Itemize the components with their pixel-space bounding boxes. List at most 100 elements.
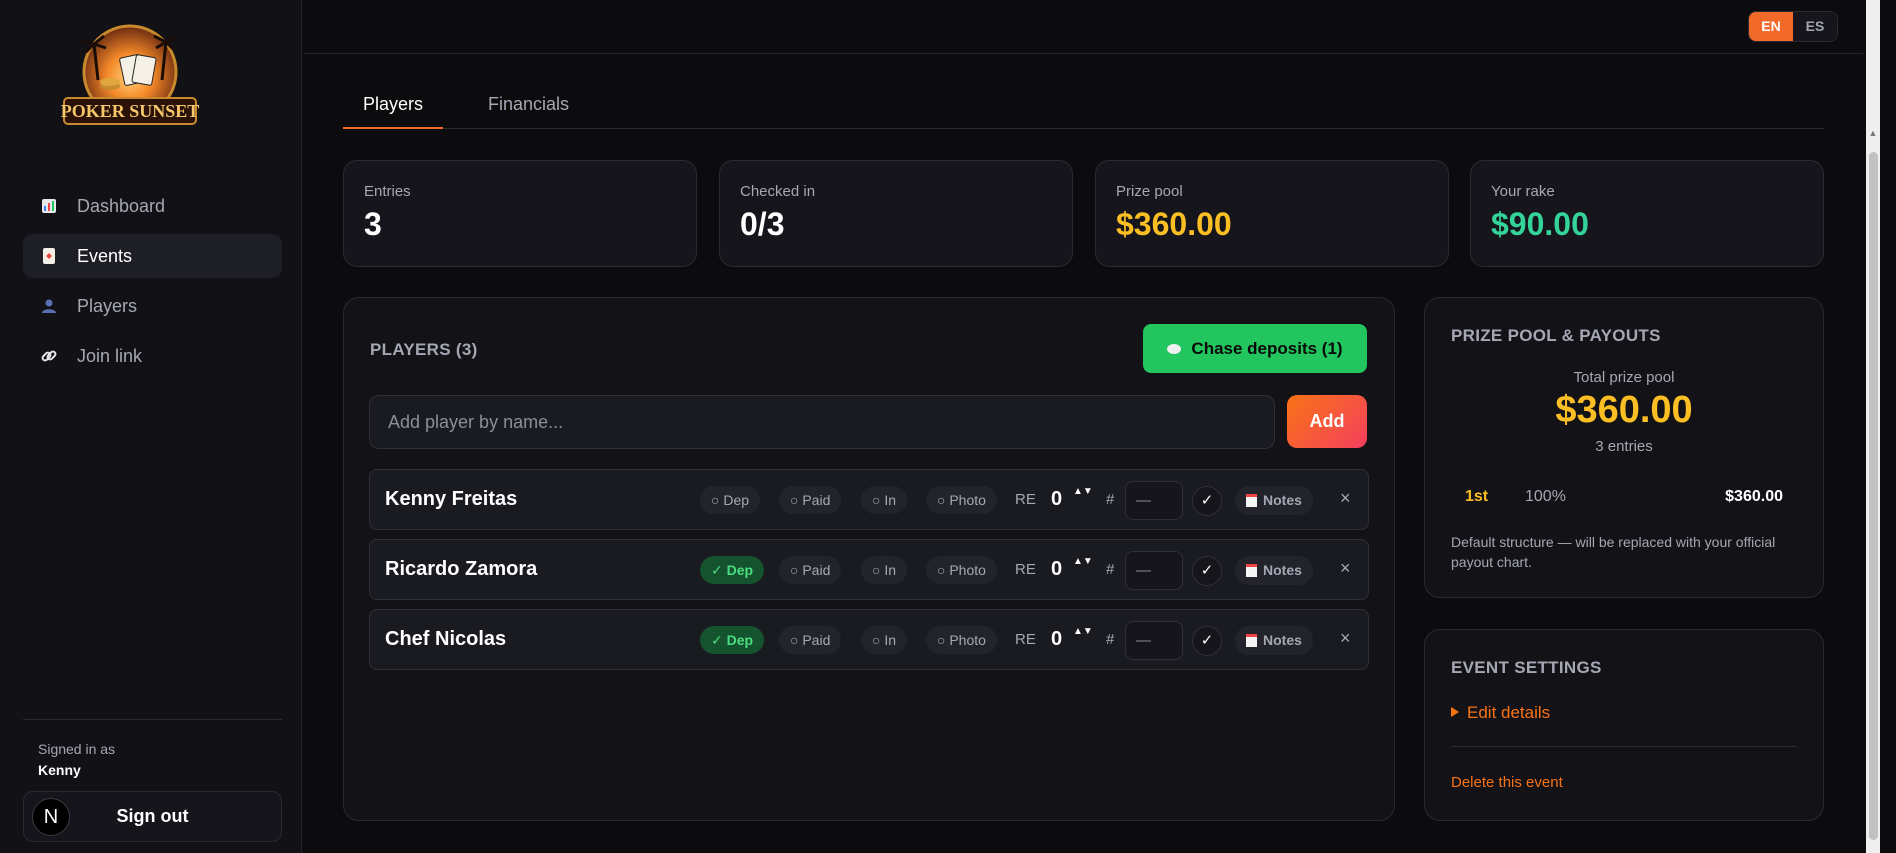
- notes-icon: [1246, 494, 1257, 507]
- deposit-toggle[interactable]: ✓ Dep: [700, 626, 765, 654]
- remove-player-button[interactable]: ×: [1340, 628, 1351, 649]
- user-icon: [40, 297, 58, 315]
- paid-toggle[interactable]: ○ Paid: [779, 626, 842, 654]
- sidebar-item-label: Events: [77, 245, 133, 266]
- top-bar: EN ES: [303, 0, 1863, 54]
- stat-value: 3: [364, 206, 382, 242]
- chase-deposits-button[interactable]: Chase deposits (1): [1143, 324, 1367, 373]
- payout-place: 1st: [1465, 488, 1489, 505]
- re-entries-stepper-icon[interactable]: ▲▼: [1073, 555, 1093, 585]
- event-tabs: Players Financials: [343, 84, 1824, 129]
- paid-toggle[interactable]: ○ Paid: [779, 486, 842, 514]
- re-label: RE: [1015, 631, 1036, 648]
- notes-label: Notes: [1263, 562, 1302, 578]
- re-entries-value: 0: [1051, 628, 1063, 650]
- notes-button[interactable]: Notes: [1235, 626, 1313, 655]
- sidebar-item-events[interactable]: Events: [23, 234, 282, 278]
- avatar: N: [32, 798, 70, 836]
- signed-in-user: Kenny: [38, 762, 81, 778]
- sidebar-item-join-link[interactable]: Join link: [23, 334, 282, 378]
- payout-percent: 100%: [1525, 488, 1566, 505]
- paid-toggle[interactable]: ○ Paid: [779, 556, 842, 584]
- bar-chart-icon: [40, 197, 58, 215]
- poker-sunset-logo[interactable]: POKER SUNSET: [58, 22, 202, 130]
- notes-icon: [1246, 634, 1257, 647]
- prize-pool-entries: 3 entries: [1595, 438, 1653, 455]
- seat-label: #: [1106, 561, 1115, 578]
- photo-toggle[interactable]: ○ Photo: [926, 556, 997, 584]
- add-player-input[interactable]: [369, 395, 1275, 449]
- stat-your-rake: Your rake $90.00: [1470, 160, 1824, 267]
- scrollbar-thumb[interactable]: [1869, 152, 1878, 840]
- checked-in-toggle[interactable]: ○ In: [861, 556, 908, 584]
- checked-in-toggle[interactable]: ○ In: [861, 486, 908, 514]
- confirm-seat-button[interactable]: ✓: [1192, 626, 1222, 656]
- total-prize-pool-value: $360.00: [1555, 389, 1693, 431]
- re-entries-value: 0: [1051, 558, 1063, 580]
- player-name: Ricardo Zamora: [385, 558, 538, 580]
- chase-deposits-label: Chase deposits (1): [1191, 338, 1343, 358]
- stat-label: Prize pool: [1116, 183, 1183, 200]
- player-name: Chef Nicolas: [385, 628, 507, 650]
- sidebar-divider: [23, 719, 282, 720]
- tab-financials[interactable]: Financials: [468, 94, 589, 129]
- checked-in-toggle[interactable]: ○ In: [861, 626, 908, 654]
- notes-icon: [1246, 564, 1257, 577]
- re-entries-stepper-icon[interactable]: ▲▼: [1073, 485, 1093, 515]
- confirm-seat-button[interactable]: ✓: [1192, 486, 1222, 516]
- tab-players[interactable]: Players: [343, 94, 444, 129]
- player-row: Kenny Freitas ○ Dep ○ Paid ○ In ○ Photo …: [369, 469, 1369, 530]
- notes-button[interactable]: Notes: [1235, 556, 1313, 585]
- sidebar-item-label: Players: [77, 295, 138, 316]
- event-settings-panel: EVENT SETTINGS Edit details Delete this …: [1424, 629, 1824, 821]
- re-entries-stepper-icon[interactable]: ▲▼: [1073, 625, 1093, 655]
- sidebar-item-dashboard[interactable]: Dashboard: [23, 184, 282, 228]
- scroll-up-arrow-icon[interactable]: ▲: [1866, 128, 1880, 142]
- link-icon: [40, 347, 58, 365]
- seat-number-input[interactable]: [1125, 481, 1183, 520]
- players-panel-title: PLAYERS (3): [370, 340, 478, 359]
- stat-entries: Entries 3: [343, 160, 697, 267]
- deposit-toggle[interactable]: ○ Dep: [700, 486, 761, 514]
- sign-out-button[interactable]: N Sign out: [23, 791, 282, 842]
- prize-pool-panel: PRIZE POOL & PAYOUTS Total prize pool $3…: [1424, 297, 1824, 598]
- photo-toggle[interactable]: ○ Photo: [926, 486, 997, 514]
- sign-out-label: Sign out: [116, 806, 189, 826]
- re-entries-value: 0: [1051, 488, 1063, 510]
- language-es-button[interactable]: ES: [1793, 12, 1837, 41]
- payout-structure-note: Default structure — will be replaced wit…: [1451, 534, 1776, 570]
- speech-bubble-icon: [1167, 343, 1182, 354]
- deposit-toggle[interactable]: ✓ Dep: [700, 556, 765, 584]
- disclosure-triangle-icon: [1451, 707, 1459, 717]
- logo-text: POKER SUNSET: [61, 101, 200, 121]
- prize-pool-title: PRIZE POOL & PAYOUTS: [1451, 326, 1661, 345]
- payout-row: 1st 100% $360.00: [1449, 483, 1799, 513]
- stat-value: $90.00: [1491, 206, 1589, 242]
- confirm-seat-button[interactable]: ✓: [1192, 556, 1222, 586]
- stat-value: 0/3: [740, 206, 785, 242]
- event-settings-title: EVENT SETTINGS: [1451, 658, 1602, 677]
- seat-number-input[interactable]: [1125, 551, 1183, 590]
- seat-number-input[interactable]: [1125, 621, 1183, 660]
- notes-button[interactable]: Notes: [1235, 486, 1313, 515]
- edit-details-label: Edit details: [1467, 703, 1551, 722]
- delete-event-link[interactable]: Delete this event: [1451, 774, 1563, 791]
- language-en-button[interactable]: EN: [1749, 12, 1793, 41]
- stat-label: Checked in: [740, 183, 816, 200]
- payout-amount: $360.00: [1725, 488, 1783, 505]
- photo-toggle[interactable]: ○ Photo: [926, 626, 997, 654]
- re-label: RE: [1015, 491, 1036, 508]
- add-player-button[interactable]: Add: [1287, 395, 1367, 448]
- re-label: RE: [1015, 561, 1036, 578]
- sidebar-item-label: Join link: [77, 345, 143, 366]
- stat-label: Your rake: [1491, 183, 1555, 200]
- stat-prize-pool: Prize pool $360.00: [1095, 160, 1449, 267]
- edit-details-toggle[interactable]: Edit details: [1451, 703, 1550, 723]
- seat-label: #: [1106, 631, 1115, 648]
- notes-label: Notes: [1263, 632, 1302, 648]
- sidebar-item-players[interactable]: Players: [23, 284, 282, 328]
- remove-player-button[interactable]: ×: [1340, 558, 1351, 579]
- language-switcher: EN ES: [1748, 11, 1838, 42]
- notes-label: Notes: [1263, 492, 1302, 508]
- remove-player-button[interactable]: ×: [1340, 488, 1351, 509]
